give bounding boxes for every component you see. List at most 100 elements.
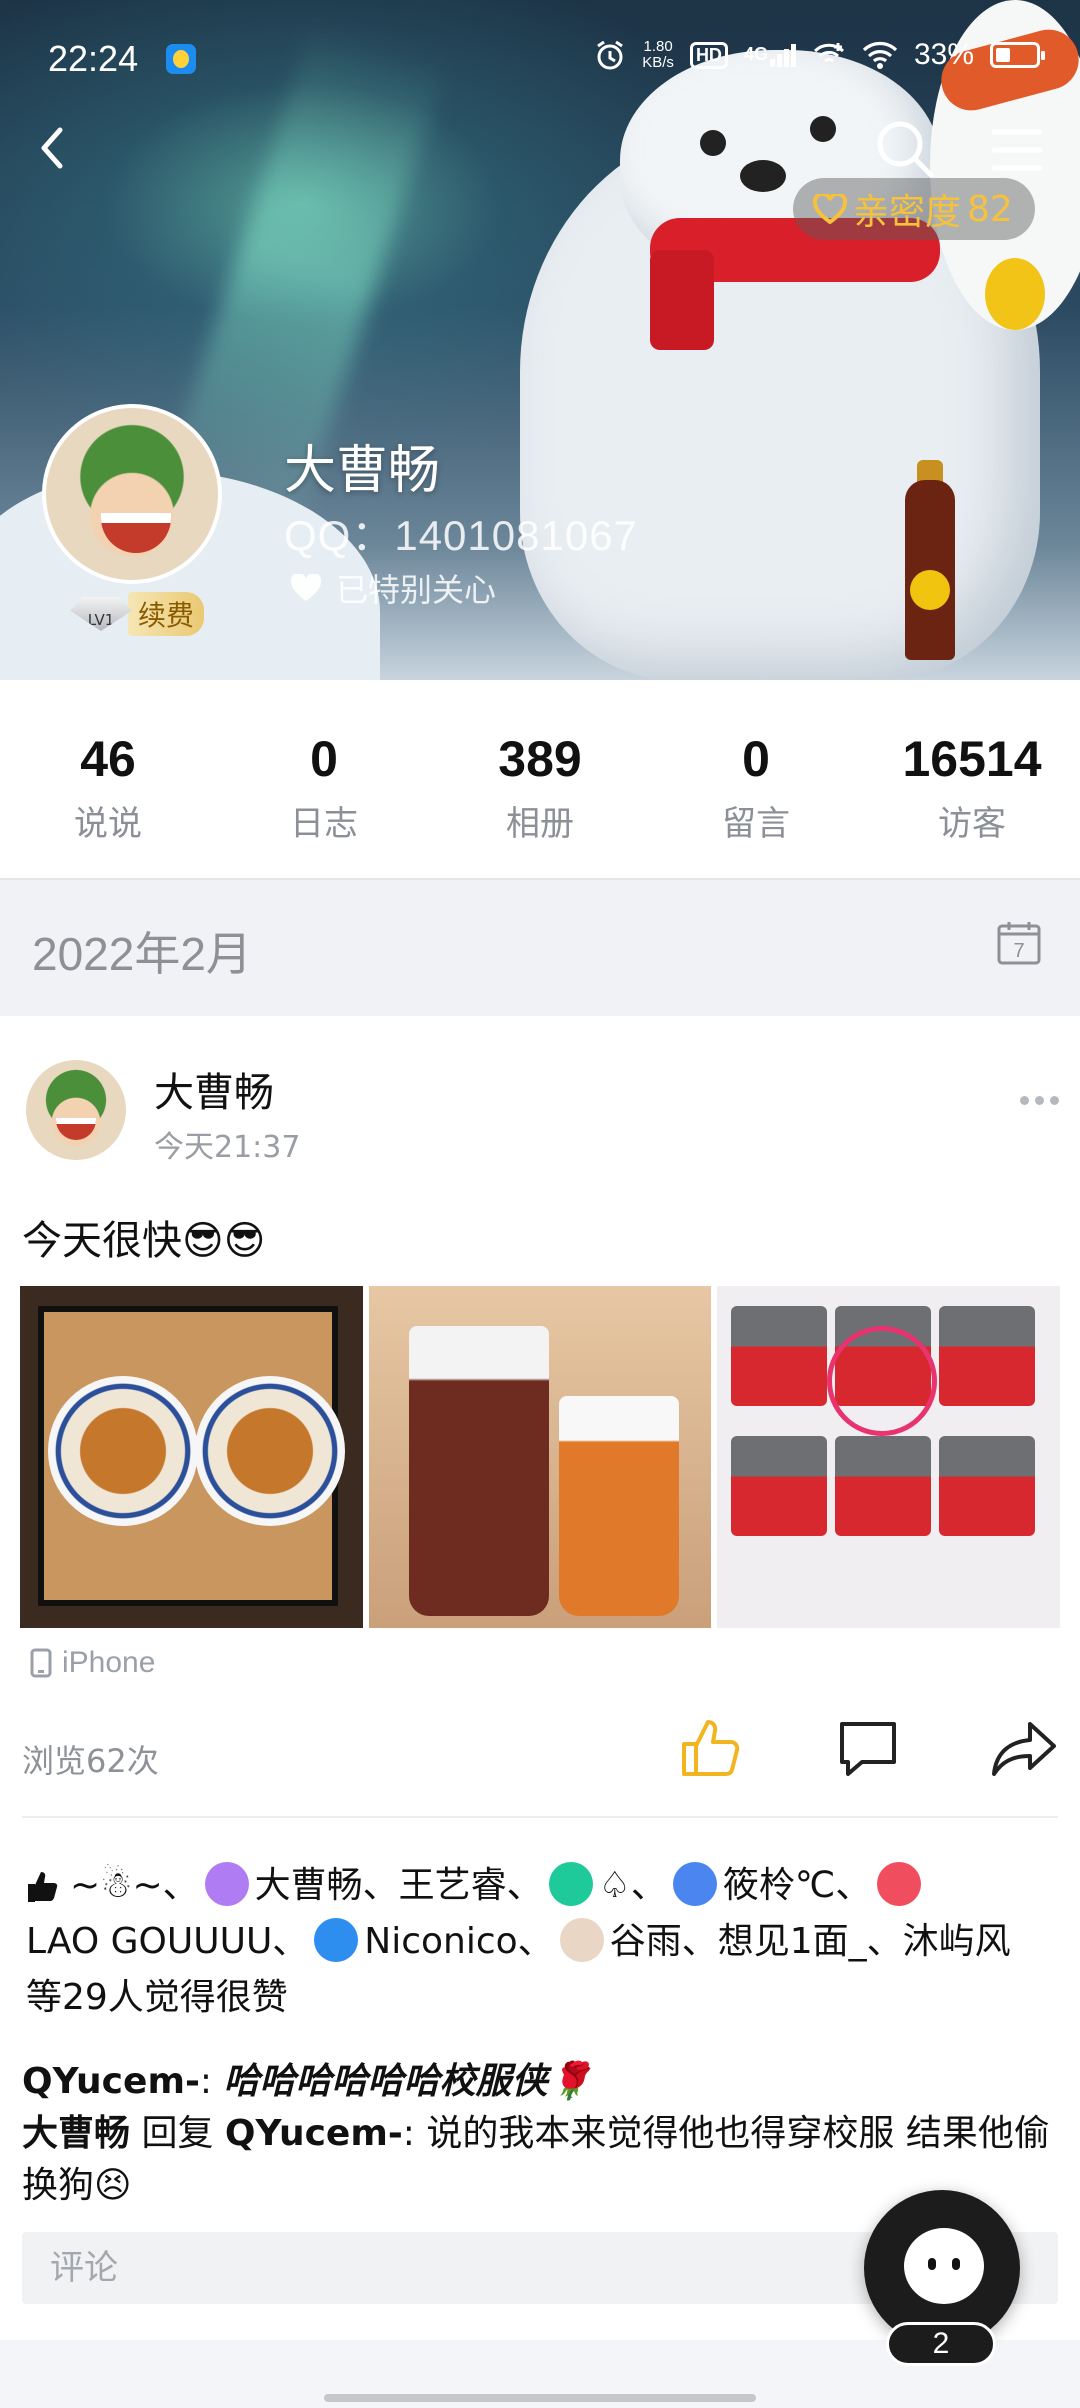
stat-value: 0 (742, 731, 770, 787)
post-author-avatar[interactable] (26, 1060, 126, 1160)
stat-shuoshuo[interactable]: 46 说说 (0, 680, 216, 878)
post-author-name[interactable]: 大曹畅 (154, 1060, 274, 1118)
comment-text: 哈哈哈哈哈哈校服侠🌹 (223, 2061, 593, 2102)
special-care-status[interactable]: 已特别关心 (290, 565, 496, 611)
thumbs-up-icon (682, 1720, 740, 1776)
intimacy-badge[interactable]: 亲密度 82 (793, 178, 1035, 240)
drink-cup (558, 1396, 679, 1616)
liker-avatar-icon (672, 1862, 717, 1906)
device-label: iPhone (62, 1646, 156, 1679)
heart-icon (813, 194, 847, 224)
qq-notification-icon (166, 44, 196, 74)
stat-label: 日志 (290, 804, 358, 844)
liker-avatar-icon (314, 1918, 359, 1962)
red-scarf-tail (650, 250, 714, 350)
feed-post: 大曹畅 今天21:37 今天很快😎😎 iPhone 浏览62次 ~☃~、 大曹畅… (0, 1016, 1080, 2340)
vip-level-badge[interactable]: LV1 续费 (70, 592, 205, 636)
like-button[interactable] (678, 1716, 742, 1780)
pet-face-icon (904, 2228, 984, 2304)
status-bar: 22:24 1.80 KB/s HD 4G 33% (0, 0, 1080, 120)
more-options-button[interactable] (1020, 1090, 1064, 1110)
comment-item[interactable]: QYucem-: 哈哈哈哈哈哈校服侠🌹 (22, 2056, 1062, 2108)
likes-list[interactable]: ~☃~、 大曹畅、王艺睿、 ♤、 筱柃℃、 LAO GOUUUU、 Niconico、 谷雨… (26, 1858, 1066, 2026)
special-care-label: 已特别关心 (336, 571, 497, 609)
intimacy-label: 亲密度 (853, 192, 962, 233)
stat-value: 0 (310, 731, 338, 787)
penguin-foot (985, 258, 1045, 330)
liker-name[interactable]: 筱柃℃、 (723, 1865, 871, 1906)
back-button[interactable] (24, 118, 84, 178)
network-speed: 1.80 KB/s (642, 38, 674, 71)
cellular-signal-icon: 4G (744, 43, 796, 67)
post-photo-collage[interactable] (717, 1286, 1061, 1628)
liker-name[interactable]: LAO GOUUUU、 (26, 1921, 308, 1962)
stat-label: 相册 (506, 804, 574, 844)
thumbs-up-small-icon (28, 1872, 58, 1902)
post-photo-drinks[interactable] (368, 1286, 712, 1628)
collage-cell (835, 1436, 932, 1536)
calendar-icon: 7 (997, 922, 1041, 965)
comment-item[interactable]: 大曹畅 回复 QYucem-: 说的我本来觉得他也得穿校服 结果他偷换狗😣 (22, 2108, 1062, 2212)
food-bowl (48, 1376, 198, 1526)
comment-icon (840, 1722, 896, 1776)
photo-grid (20, 1286, 1061, 1628)
reply-target[interactable]: QYucem- (225, 2113, 403, 2154)
collage-cell (939, 1436, 1036, 1536)
liker-name[interactable]: ♤、 (599, 1865, 667, 1906)
post-photo-food[interactable] (20, 1286, 363, 1628)
comment-separator: : (402, 2113, 427, 2154)
stat-value: 16514 (902, 731, 1042, 787)
drink-cup (408, 1326, 549, 1616)
menu-button[interactable] (980, 120, 1052, 180)
pet-eye (928, 2258, 936, 2270)
avatar-face-detail (101, 513, 171, 553)
liker-name[interactable]: 谷雨、想见1面_、沐屿风 (610, 1921, 1011, 1962)
view-count: 浏览62次 (22, 1742, 159, 1780)
home-indicator[interactable] (324, 2394, 756, 2402)
intimacy-value: 82 (967, 188, 1013, 230)
alarm-icon (597, 40, 624, 70)
heart-filled-icon (290, 574, 322, 601)
battery-icon (990, 42, 1045, 68)
calendar-button[interactable]: 7 (996, 920, 1042, 966)
collage-cell (731, 1436, 828, 1536)
search-button[interactable] (872, 116, 938, 182)
share-button[interactable] (990, 1718, 1058, 1778)
post-timestamp: 今天21:37 (154, 1130, 301, 1165)
battery-percent: 33% (913, 38, 974, 71)
share-icon (992, 1722, 1056, 1776)
profile-avatar[interactable] (42, 404, 222, 584)
profile-name: 大曹畅 (284, 441, 441, 501)
stat-blog[interactable]: 0 日志 (216, 680, 432, 878)
doodle-heart (827, 1326, 938, 1436)
pet-eye (952, 2258, 960, 2270)
month-header: 2022年2月 7 (0, 880, 1080, 1016)
liker-name[interactable]: Niconico、 (364, 1921, 553, 1962)
post-device: iPhone (30, 1646, 155, 1680)
comment-button[interactable] (836, 1718, 900, 1778)
renew-label: 续费 (128, 592, 205, 636)
stats-bar: 46 说说 0 日志 389 相册 0 留言 16514 访客 (0, 680, 1080, 880)
stat-visitors[interactable]: 16514 访客 (864, 680, 1080, 878)
post-divider (22, 1816, 1058, 1818)
comment-author[interactable]: QYucem- (22, 2061, 200, 2102)
stat-messages[interactable]: 0 留言 (648, 680, 864, 878)
level-diamond-icon: LV1 (70, 597, 132, 631)
comment-author[interactable]: 大曹畅 (22, 2113, 130, 2154)
hamburger-menu-icon (991, 129, 1043, 171)
liker-name[interactable]: 大曹畅、王艺睿、 (255, 1865, 543, 1906)
collage-cell (731, 1306, 828, 1406)
stat-album[interactable]: 389 相册 (432, 680, 648, 878)
reply-word: 回复 (130, 2113, 225, 2154)
signal-secondary-icon (813, 43, 845, 63)
likes-summary: 等29人觉得很赞 (26, 1977, 288, 2018)
bottle-label (910, 570, 950, 610)
stat-value: 389 (498, 731, 582, 787)
comments-list: QYucem-: 哈哈哈哈哈哈校服侠🌹 大曹畅 回复 QYucem-: 说的我本… (22, 2056, 1062, 2212)
liker-name[interactable]: ~☃~、 (70, 1865, 199, 1906)
comment-separator: : (199, 2061, 224, 2102)
post-text: 今天很快😎😎 (22, 1218, 266, 1264)
chevron-left-icon (41, 127, 63, 169)
month-label: 2022年2月 (32, 928, 252, 980)
pet-count-badge: 2 (886, 2322, 996, 2366)
